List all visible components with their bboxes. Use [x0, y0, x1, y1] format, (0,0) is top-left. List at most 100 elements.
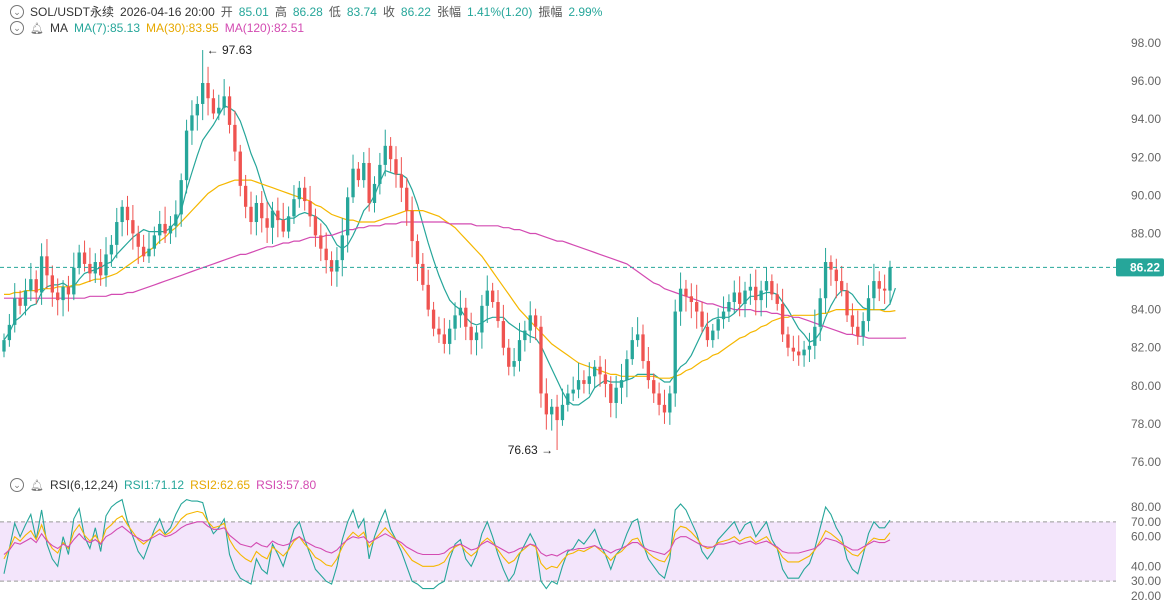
candle-body — [442, 334, 446, 344]
candle-body — [265, 218, 269, 228]
candle-body — [807, 345, 812, 350]
candle-body — [775, 294, 779, 304]
rsi-tick-label: 30.00 — [1131, 574, 1161, 588]
candle-body — [485, 290, 489, 306]
candle-body — [98, 262, 103, 276]
chart-canvas[interactable]: 98.0096.0094.0092.0090.0088.0086.0084.00… — [0, 0, 1166, 609]
candle-body — [141, 246, 146, 257]
collapse-icon[interactable]: ⌄ — [10, 21, 24, 35]
ma-indicator-name[interactable]: MA — [50, 21, 68, 35]
candle-body — [77, 252, 81, 268]
candle-body — [18, 298, 22, 306]
alert-bell-icon[interactable]: 🔔︎ — [30, 479, 44, 492]
candle-body — [861, 321, 865, 337]
price-tick-label: 94.00 — [1131, 112, 1161, 126]
candle-body — [598, 366, 602, 375]
price-tick-label: 96.00 — [1131, 74, 1161, 88]
candle-body — [378, 164, 382, 184]
price-tick-label: 84.00 — [1131, 303, 1161, 317]
ma30-value: MA(30):83.95 — [146, 21, 219, 35]
candle-body — [657, 393, 661, 405]
candle-body — [50, 275, 54, 293]
candle-body — [45, 256, 49, 276]
candle-body — [184, 130, 189, 181]
price-tick-label: 98.00 — [1131, 36, 1161, 50]
candle-body — [7, 324, 12, 341]
amplitude-value: 2.99% — [568, 4, 603, 19]
candle-body — [168, 225, 173, 234]
candle-body — [13, 298, 17, 325]
candle-body — [668, 393, 672, 413]
candle-body — [351, 168, 355, 198]
rsi-tick-label: 20.00 — [1131, 589, 1161, 603]
candle-body — [641, 334, 645, 362]
price-tick-label: 76.00 — [1131, 455, 1161, 469]
candle-body — [464, 307, 468, 327]
candle-body — [555, 406, 559, 421]
candle-body — [448, 328, 452, 344]
rsi-tick-label: 60.00 — [1131, 530, 1161, 544]
candle-body — [313, 216, 318, 236]
open-value: 85.01 — [238, 4, 269, 19]
close-label: 收 — [382, 5, 395, 19]
candle-body — [625, 359, 629, 381]
candle-body — [152, 235, 157, 249]
candle-body — [104, 254, 108, 276]
candle-body — [635, 334, 640, 341]
candle-body — [609, 383, 613, 403]
candle-body — [732, 292, 736, 303]
candle-body — [662, 404, 667, 413]
ma120-value: MA(120):82.51 — [224, 21, 305, 35]
candle-body — [458, 307, 463, 316]
candle-body — [673, 311, 677, 394]
candle-body — [517, 340, 522, 362]
candle-body — [748, 286, 753, 291]
candle-body — [238, 151, 242, 186]
candle-body — [689, 296, 693, 303]
rsi-panel: 80.0070.0060.00 40.0030.0020.00 — [0, 498, 1161, 603]
candle-body — [383, 145, 387, 165]
candle-body — [533, 315, 538, 327]
candle-body — [179, 180, 183, 215]
candle-body — [469, 326, 473, 341]
candle-body — [507, 347, 511, 367]
price-tick-label: 80.00 — [1131, 379, 1161, 393]
rsi-tick-label: 80.00 — [1131, 500, 1161, 514]
candle-body — [716, 319, 720, 331]
candle-body — [523, 330, 527, 341]
candle-body — [490, 290, 495, 303]
candle-body — [2, 340, 6, 352]
candle-body — [866, 298, 871, 322]
collapse-icon[interactable]: ⌄ — [10, 4, 24, 19]
ma-line-ma7 — [3, 105, 896, 406]
candle-body — [56, 292, 60, 301]
candle-body — [195, 103, 199, 116]
candle-body — [388, 145, 393, 160]
datetime-label: 2026-04-16 20:00 — [120, 4, 215, 19]
low-annotation: 76.63 → — [508, 443, 553, 457]
moving-average-lines — [3, 105, 907, 406]
candle-body — [217, 107, 221, 114]
candle-body — [576, 380, 581, 390]
rsi-indicator-name[interactable]: RSI(6,12,24) — [50, 478, 118, 492]
alert-bell-icon[interactable]: 🔔︎ — [30, 22, 44, 35]
candle-body — [619, 380, 624, 388]
candle-body — [496, 302, 500, 322]
candle-body — [308, 201, 312, 217]
collapse-icon[interactable]: ⌄ — [10, 478, 24, 492]
candle-body — [356, 168, 361, 181]
close-value: 86.22 — [400, 4, 431, 19]
change-value: 1.41%(1.20) — [466, 4, 533, 19]
price-tick-label: 90.00 — [1131, 188, 1161, 202]
candle-body — [201, 82, 205, 104]
candle-body — [254, 202, 259, 223]
candle-body — [840, 281, 844, 291]
candle-body — [276, 210, 280, 221]
rsi-tick-label: 70.00 — [1131, 515, 1161, 529]
candle-body — [399, 174, 404, 188]
candle-body — [630, 340, 634, 360]
candle-body — [652, 380, 656, 394]
last-price-label: 86.22 — [1130, 260, 1160, 274]
candle-body — [297, 187, 301, 200]
candle-body — [802, 349, 806, 356]
